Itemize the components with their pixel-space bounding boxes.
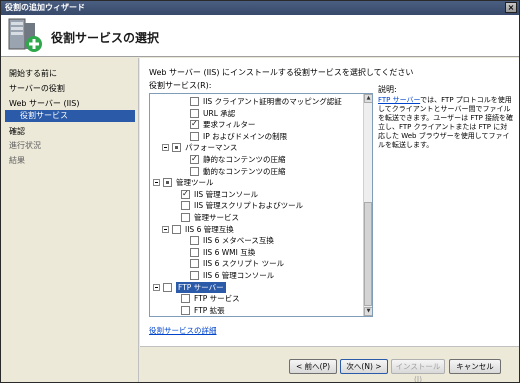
service-label: パフォーマンス [185, 143, 238, 153]
service-checkbox[interactable] [190, 271, 199, 280]
service-checkbox[interactable] [190, 97, 199, 106]
service-label: IIS 管理コンソール [194, 189, 259, 199]
service-label: FTP 拡張 [194, 305, 225, 315]
nav-item-web-server[interactable]: Web サーバー (IIS) [9, 98, 80, 109]
back-button[interactable]: < 前へ(P) [289, 359, 337, 374]
service-label: FTP サービス [194, 294, 240, 304]
service-label: IIS ホスト可能な Web コア [176, 316, 269, 317]
more-about-role-services-link[interactable]: 役割サービスの詳細 [149, 325, 217, 336]
nav-item-server-roles[interactable]: サーバーの役割 [9, 83, 65, 94]
server-add-icon [8, 18, 42, 52]
close-icon[interactable]: × [505, 2, 517, 13]
description-link[interactable]: FTP サーバー [378, 96, 420, 104]
wizard-nav: 開始する前に サーバーの役割 Web サーバー (IIS) 役割サービス 確認 … [1, 58, 139, 382]
service-label: IIS クライアント証明書のマッピング認証 [203, 97, 342, 106]
service-checkbox[interactable] [163, 178, 172, 188]
collapse-icon[interactable] [162, 144, 169, 152]
service-label: IP およびドメインの制限 [203, 131, 288, 141]
service-checkbox[interactable] [190, 154, 199, 164]
service-checkbox[interactable] [181, 201, 190, 211]
nav-item-confirmation[interactable]: 確認 [9, 126, 25, 137]
service-checkbox[interactable] [190, 259, 199, 269]
instruction-text: Web サーバー (IIS) にインストールする役割サービスを選択してください [149, 68, 414, 77]
service-label: FTP サーバー [176, 281, 226, 293]
service-label: 要求フィルター [203, 120, 256, 130]
service-checkbox[interactable] [190, 131, 199, 141]
service-label: 動的なコンテンツの圧縮 [203, 166, 286, 176]
service-label: URL 承認 [203, 108, 236, 118]
add-roles-wizard-window: 役割の追加ウィザード × 役割サービスの選択 開始する前に サーバーの役割 We… [0, 0, 520, 383]
title-bar[interactable]: 役割の追加ウィザード × [1, 1, 519, 15]
service-checkbox[interactable] [163, 282, 172, 292]
service-checkbox[interactable] [172, 143, 181, 153]
service-label: IIS 6 WMI 互換 [203, 247, 256, 257]
service-checkbox[interactable] [181, 294, 190, 304]
service-label: 静的なコンテンツの圧縮 [203, 155, 286, 164]
description-text: FTP サーバーでは、FTP プロトコルを使用してクライアントとサーバー間でファ… [378, 96, 514, 150]
service-label: 管理ツール [176, 178, 214, 188]
service-label: 管理サービス [194, 213, 239, 222]
content-panel: Web サーバー (IIS) にインストールする役割サービスを選択してください … [140, 58, 519, 346]
service-checkbox[interactable] [190, 247, 199, 257]
tree-scrollbar[interactable]: ▲ ▼ [363, 94, 372, 316]
wizard-footer: < 前へ(P) 次へ(N) > インストール(I) キャンセル [140, 346, 519, 382]
service-checkbox[interactable] [172, 224, 181, 234]
service-label: IIS 6 管理コンソール [203, 271, 275, 280]
nav-item-progress: 進行状況 [9, 141, 41, 150]
install-button[interactable]: インストール(I) [391, 359, 445, 382]
collapse-icon[interactable] [162, 225, 169, 233]
nav-item-results: 結果 [9, 156, 25, 165]
cancel-button[interactable]: キャンセル [449, 359, 501, 374]
service-checkbox[interactable] [190, 119, 199, 130]
nav-item-before-you-begin[interactable]: 開始する前に [9, 68, 57, 79]
service-label: IIS 管理スクリプトおよびツール [194, 201, 304, 211]
service-checkbox[interactable] [190, 166, 199, 176]
service-label: IIS 6 スクリプト ツール [203, 259, 285, 269]
service-checkbox[interactable] [181, 189, 190, 199]
wizard-header: 役割サービスの選択 [1, 15, 519, 57]
description-title: 説明: [378, 85, 397, 94]
collapse-icon[interactable] [153, 179, 160, 187]
role-services-tree[interactable]: IIS クライアント証明書のマッピング認証 URL 承認要求フィルターIP および… [149, 93, 373, 317]
nav-item-role-services[interactable]: 役割サービス [5, 110, 135, 122]
collapse-icon[interactable] [153, 283, 160, 291]
role-services-label: 役割サービス(R): [149, 81, 212, 90]
page-title: 役割サービスの選択 [51, 31, 160, 45]
scroll-down-icon[interactable]: ▼ [364, 307, 372, 316]
service-label: IIS 6 管理互換 [185, 224, 234, 234]
service-checkbox[interactable] [190, 236, 199, 246]
service-label: IIS 6 メタベース互換 [203, 236, 274, 246]
window-title: 役割の追加ウィザード [5, 3, 85, 12]
service-checkbox[interactable] [190, 108, 199, 118]
next-button[interactable]: 次へ(N) > [340, 359, 388, 374]
service-checkbox[interactable] [181, 213, 190, 222]
scroll-up-icon[interactable]: ▲ [364, 94, 372, 103]
scroll-thumb[interactable] [364, 202, 372, 306]
service-checkbox[interactable] [181, 305, 190, 315]
